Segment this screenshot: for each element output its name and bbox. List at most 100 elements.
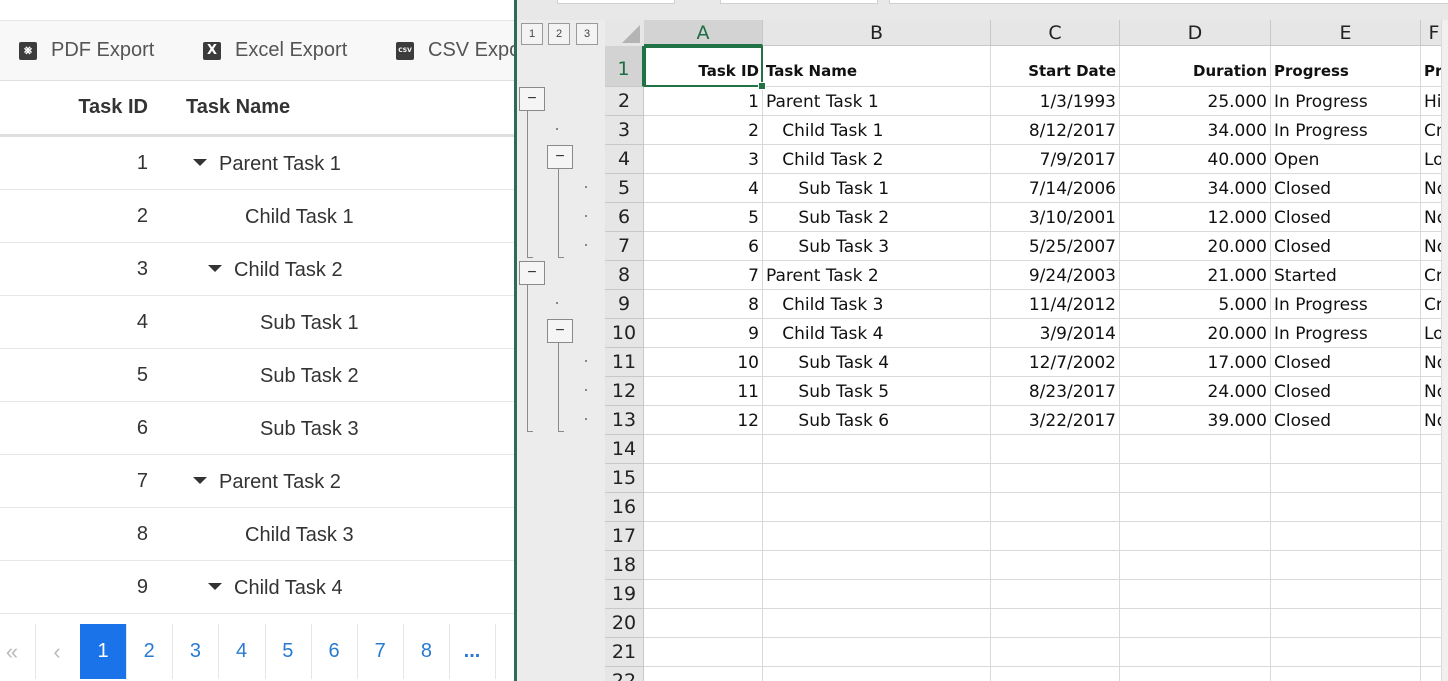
cell-d6[interactable]: 12.000: [1120, 203, 1271, 232]
cell-e20[interactable]: [1271, 609, 1421, 638]
cell-e5[interactable]: Closed: [1271, 174, 1421, 203]
cell-c8[interactable]: 9/24/2003: [991, 261, 1120, 290]
cell-a6[interactable]: 5: [644, 203, 763, 232]
cell-c18[interactable]: [991, 551, 1120, 580]
page-2-button[interactable]: 2: [126, 624, 174, 679]
cell-c11[interactable]: 12/7/2002: [991, 348, 1120, 377]
row-header-18[interactable]: 18: [605, 551, 644, 580]
cell-d1[interactable]: Duration: [1120, 46, 1271, 87]
outline-level-1-button[interactable]: 1: [521, 23, 543, 45]
first-page-button[interactable]: «: [0, 624, 36, 679]
outline-level-2-button[interactable]: 2: [548, 23, 570, 45]
column-header-c[interactable]: C: [991, 20, 1120, 46]
page-8-button[interactable]: 8: [403, 624, 451, 679]
cell-e14[interactable]: [1271, 435, 1421, 464]
cell-e4[interactable]: Open: [1271, 145, 1421, 174]
cell-b3[interactable]: Child Task 1: [763, 116, 991, 145]
cell-a18[interactable]: [644, 551, 763, 580]
cell-b19[interactable]: [763, 580, 991, 609]
row-header-4[interactable]: 4: [605, 145, 644, 174]
table-row[interactable]: 7 Parent Task 2: [0, 455, 514, 508]
row-header-3[interactable]: 3: [605, 116, 644, 145]
cell-d18[interactable]: [1120, 551, 1271, 580]
cell-d20[interactable]: [1120, 609, 1271, 638]
row-header-14[interactable]: 14: [605, 435, 644, 464]
cell-c1[interactable]: Start Date: [991, 46, 1120, 87]
row-header-11[interactable]: 11: [605, 348, 644, 377]
cell-a2[interactable]: 1: [644, 87, 763, 116]
expand-caret-icon[interactable]: [208, 583, 222, 590]
cell-d12[interactable]: 24.000: [1120, 377, 1271, 406]
cell-e10[interactable]: In Progress: [1271, 319, 1421, 348]
cell-c9[interactable]: 11/4/2012: [991, 290, 1120, 319]
table-row[interactable]: 2 Child Task 1: [0, 190, 514, 243]
vertical-scrollbar[interactable]: [1441, 20, 1448, 681]
cell-b7[interactable]: Sub Task 3: [763, 232, 991, 261]
column-header-a[interactable]: A: [644, 20, 763, 46]
cell-d14[interactable]: [1120, 435, 1271, 464]
pdf-export-button[interactable]: ⨳ PDF Export: [19, 21, 154, 80]
table-row[interactable]: 4 Sub Task 1: [0, 296, 514, 349]
row-header-19[interactable]: 19: [605, 580, 644, 609]
cell-a20[interactable]: [644, 609, 763, 638]
cell-e2[interactable]: In Progress: [1271, 87, 1421, 116]
page-7-button[interactable]: 7: [357, 624, 405, 679]
cell-d3[interactable]: 34.000: [1120, 116, 1271, 145]
cell-d2[interactable]: 25.000: [1120, 87, 1271, 116]
row-header-21[interactable]: 21: [605, 638, 644, 667]
cell-c21[interactable]: [991, 638, 1120, 667]
cell-e3[interactable]: In Progress: [1271, 116, 1421, 145]
collapse-group-button[interactable]: −: [519, 87, 545, 111]
cell-c2[interactable]: 1/3/1993: [991, 87, 1120, 116]
cell-c12[interactable]: 8/23/2017: [991, 377, 1120, 406]
cell-b4[interactable]: Child Task 2: [763, 145, 991, 174]
cell-b9[interactable]: Child Task 3: [763, 290, 991, 319]
cell-e15[interactable]: [1271, 464, 1421, 493]
more-pages-button[interactable]: ...: [449, 624, 496, 679]
cell-e13[interactable]: Closed: [1271, 406, 1421, 435]
row-header-8[interactable]: 8: [605, 261, 644, 290]
column-header-b[interactable]: B: [763, 20, 991, 46]
prev-page-button[interactable]: ‹: [34, 624, 81, 679]
cell-c15[interactable]: [991, 464, 1120, 493]
page-4-button[interactable]: 4: [219, 624, 266, 679]
cell-c22[interactable]: [991, 667, 1120, 681]
cell-a11[interactable]: 10: [644, 348, 763, 377]
table-row[interactable]: 1 Parent Task 1: [0, 137, 514, 190]
sheet-tab[interactable]: [889, 0, 1448, 4]
expand-caret-icon[interactable]: [193, 159, 207, 166]
cell-b6[interactable]: Sub Task 2: [763, 203, 991, 232]
cell-b20[interactable]: [763, 609, 991, 638]
row-header-20[interactable]: 20: [605, 609, 644, 638]
cell-e9[interactable]: In Progress: [1271, 290, 1421, 319]
cell-e18[interactable]: [1271, 551, 1421, 580]
cell-d16[interactable]: [1120, 493, 1271, 522]
expand-caret-icon[interactable]: [193, 477, 207, 484]
header-task-name[interactable]: Task Name: [186, 80, 290, 134]
cell-d8[interactable]: 21.000: [1120, 261, 1271, 290]
cell-a14[interactable]: [644, 435, 763, 464]
cell-e8[interactable]: Started: [1271, 261, 1421, 290]
cell-a9[interactable]: 8: [644, 290, 763, 319]
cell-d22[interactable]: [1120, 667, 1271, 681]
cell-d5[interactable]: 34.000: [1120, 174, 1271, 203]
header-task-id[interactable]: Task ID: [0, 80, 148, 134]
cell-b16[interactable]: [763, 493, 991, 522]
excel-export-button[interactable]: X Excel Export: [203, 21, 347, 80]
cell-e11[interactable]: Closed: [1271, 348, 1421, 377]
row-header-5[interactable]: 5: [605, 174, 644, 203]
cell-c4[interactable]: 7/9/2017: [991, 145, 1120, 174]
cell-d13[interactable]: 39.000: [1120, 406, 1271, 435]
table-row[interactable]: 9 Child Task 4: [0, 561, 514, 614]
cell-a10[interactable]: 9: [644, 319, 763, 348]
cell-b21[interactable]: [763, 638, 991, 667]
page-5-button[interactable]: 5: [265, 624, 312, 679]
row-header-22[interactable]: 22: [605, 667, 644, 681]
cell-a21[interactable]: [644, 638, 763, 667]
row-header-1[interactable]: 1: [605, 46, 644, 87]
cell-c6[interactable]: 3/10/2001: [991, 203, 1120, 232]
row-header-17[interactable]: 17: [605, 522, 644, 551]
cell-b10[interactable]: Child Task 4: [763, 319, 991, 348]
cell-c20[interactable]: [991, 609, 1120, 638]
cell-d7[interactable]: 20.000: [1120, 232, 1271, 261]
